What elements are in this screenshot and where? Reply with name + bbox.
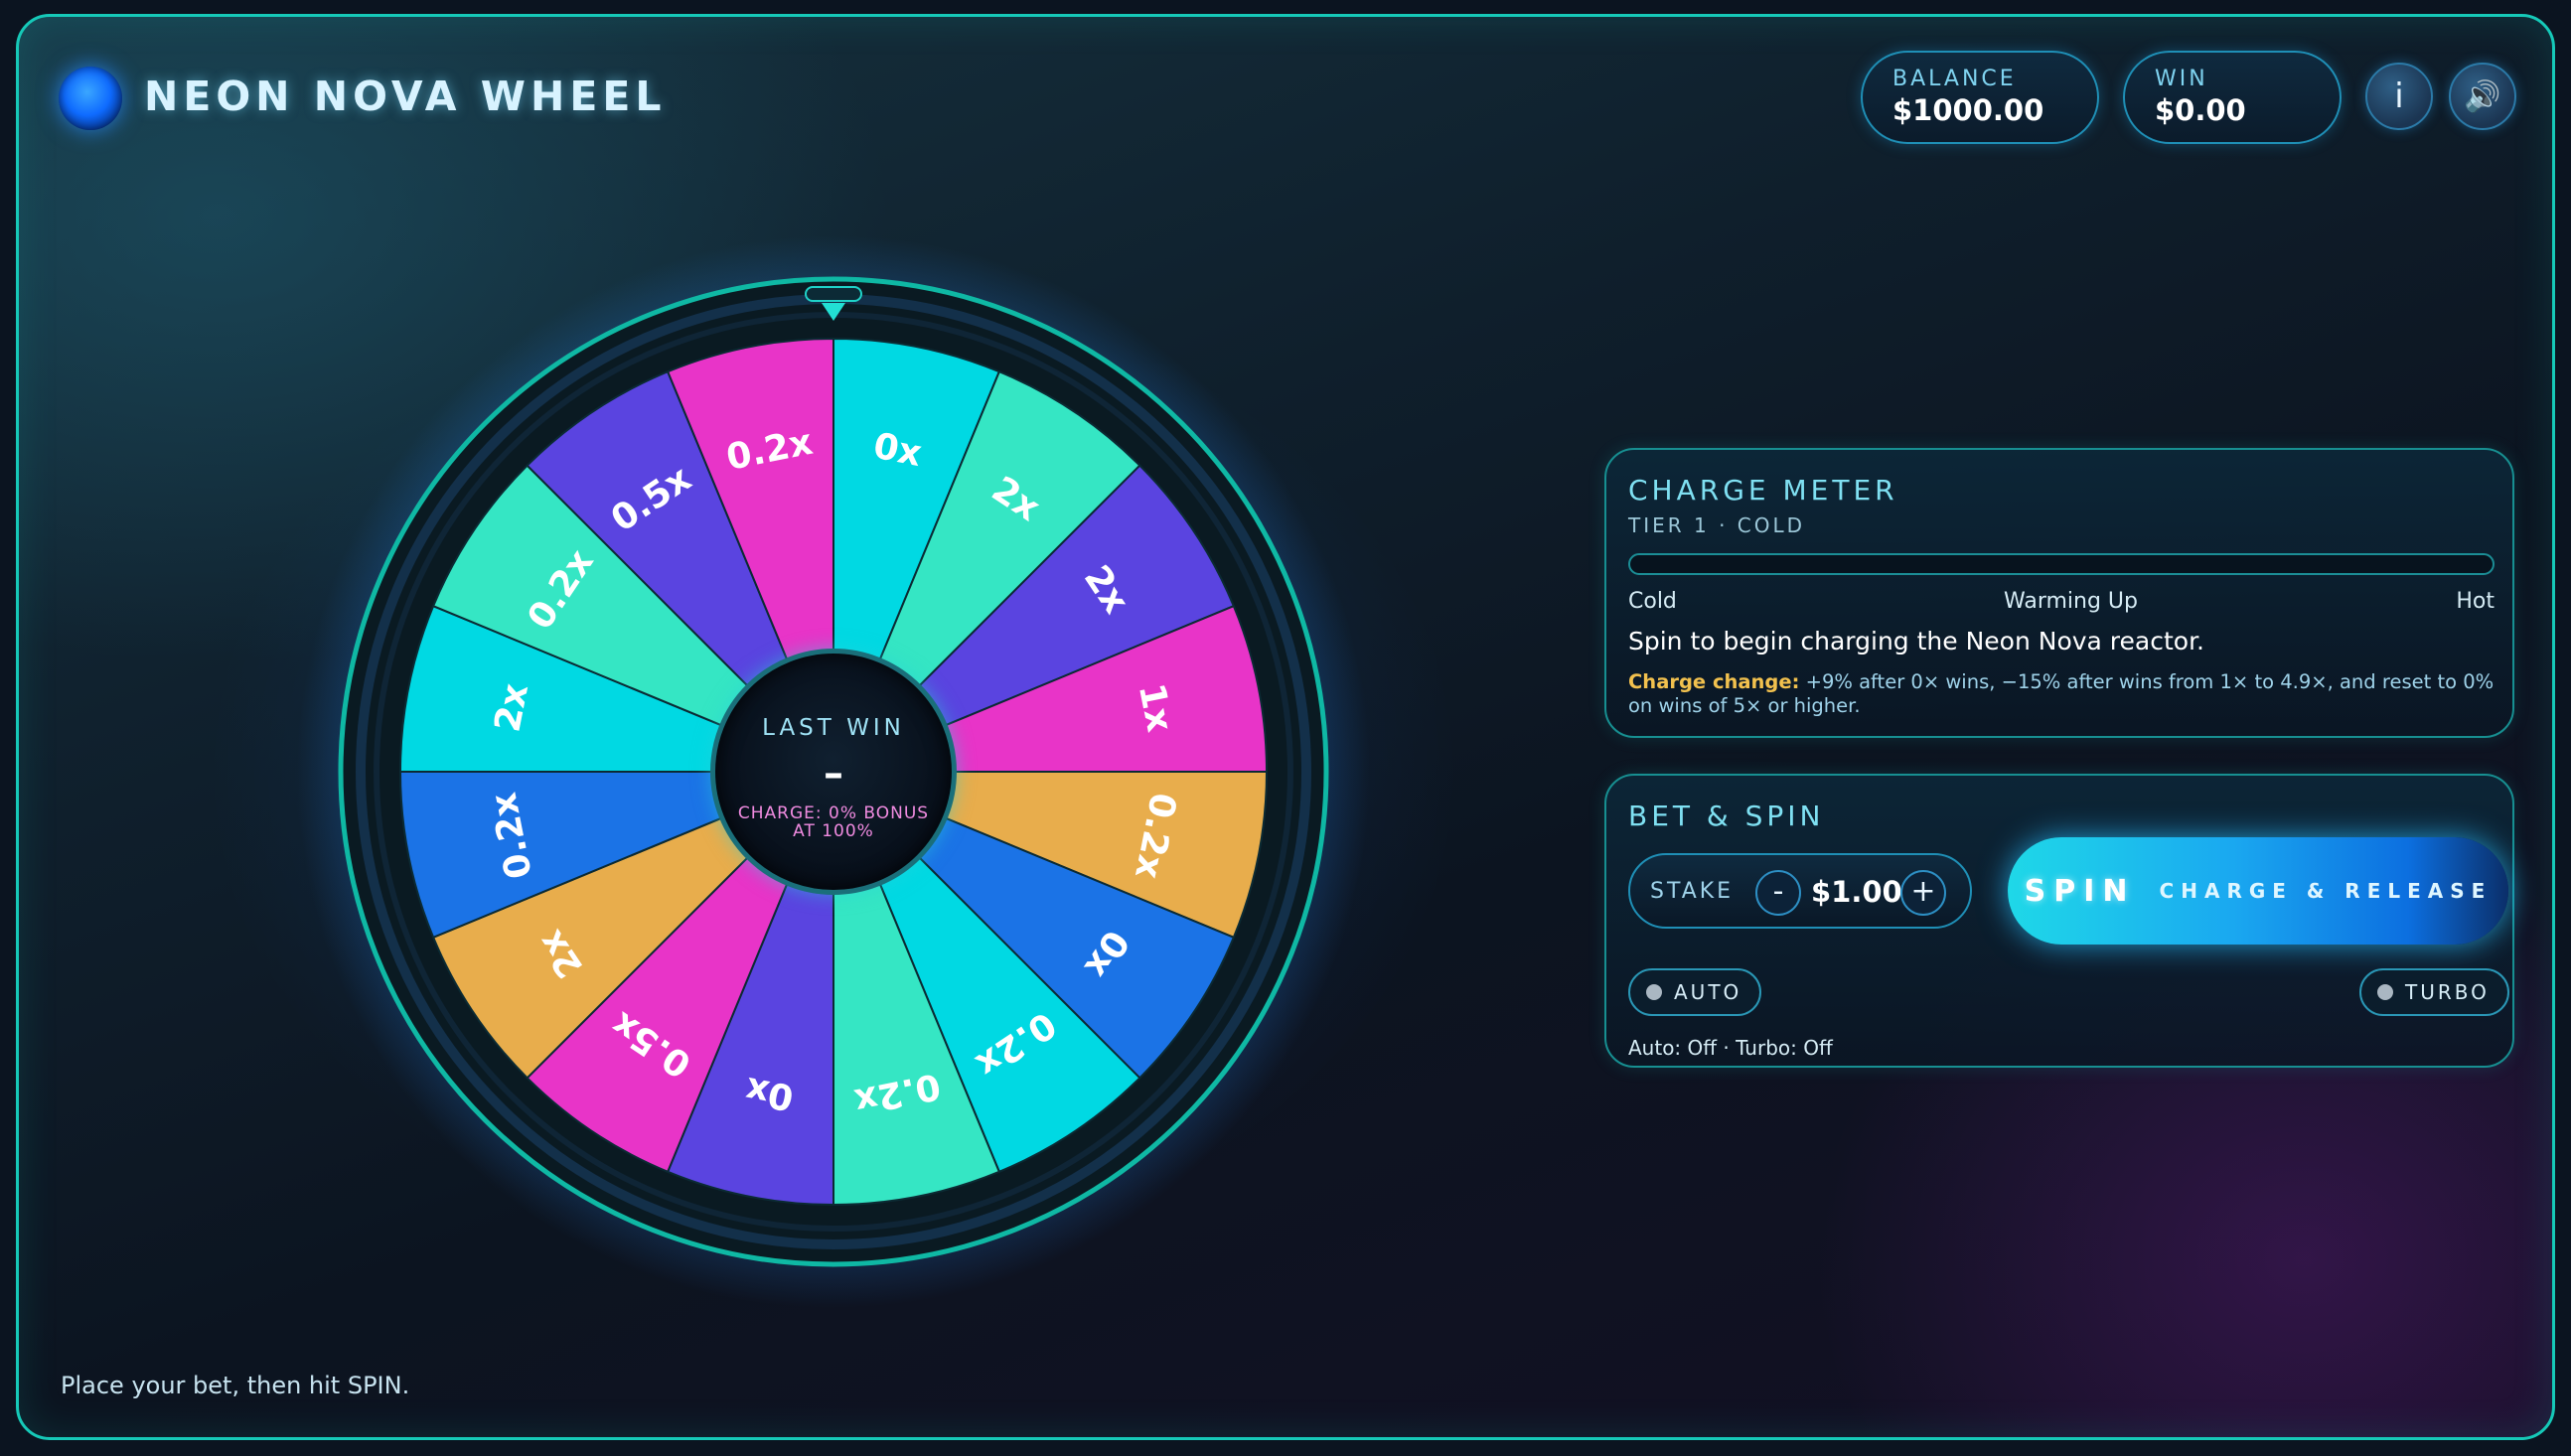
hub-charge-line-2: AT 100%	[793, 821, 874, 841]
app-title: NEON NOVA WHEEL	[144, 73, 667, 120]
balance-display: BALANCE $1000.00	[1861, 51, 2099, 144]
win-label: WIN	[2155, 67, 2208, 91]
stake-label: STAKE	[1650, 879, 1735, 904]
stake-increase-button[interactable]: +	[1900, 870, 1946, 916]
turbo-toggle-label: TURBO	[2405, 980, 2490, 1004]
balance-label: BALANCE	[1892, 67, 2017, 91]
last-win-label: LAST WIN	[762, 715, 905, 741]
hub-charge-text: CHARGE: 0% BONUS AT 100%	[715, 804, 952, 840]
charge-change-note: Charge change: +9% after 0× wins, −15% a…	[1628, 670, 2502, 718]
win-value: $0.00	[2155, 93, 2246, 127]
win-display: WIN $0.00	[2123, 51, 2342, 144]
stake-decrease-button[interactable]: -	[1755, 870, 1801, 916]
game-frame: NEON NOVA WHEEL BALANCE $1000.00 WIN $0.…	[16, 14, 2555, 1440]
pointer-mount	[805, 286, 862, 302]
info-icon: i	[2394, 76, 2404, 116]
charge-message: Spin to begin charging the Neon Nova rea…	[1628, 627, 2205, 655]
spin-button-label: SPIN	[2024, 873, 2136, 909]
spin-button-sublabel: CHARGE & RELEASE	[2159, 879, 2493, 903]
bet-spin-panel: BET & SPIN STAKE - $1.00 + SPIN CHARGE &…	[1604, 774, 2514, 1068]
charge-tier: TIER 1 · COLD	[1628, 513, 1806, 537]
spin-button[interactable]: SPIN CHARGE & RELEASE	[2008, 837, 2508, 945]
mode-status: Auto: Off · Turbo: Off	[1628, 1036, 1833, 1060]
stake-control: STAKE - $1.00 +	[1628, 853, 1972, 929]
hub-charge-line-1: CHARGE: 0% BONUS	[737, 803, 930, 823]
turbo-indicator-icon	[2377, 984, 2393, 1000]
auto-indicator-icon	[1646, 984, 1662, 1000]
sound-toggle-button[interactable]: 🔊	[2449, 63, 2516, 130]
scale-cold-label: Cold	[1628, 589, 1677, 614]
last-win-value: –	[824, 751, 843, 797]
charge-change-label: Charge change:	[1628, 670, 1800, 693]
stake-value: $1.00	[1811, 875, 1902, 909]
auto-toggle[interactable]: AUTO	[1628, 968, 1762, 1016]
logo-orb-icon	[59, 67, 122, 130]
auto-toggle-label: AUTO	[1674, 980, 1742, 1004]
info-button[interactable]: i	[2365, 63, 2433, 130]
speaker-icon: 🔊	[2464, 78, 2501, 114]
charge-meter-bar	[1628, 553, 2495, 575]
scale-hot-label: Hot	[2456, 589, 2495, 614]
wheel-hub: LAST WIN – CHARGE: 0% BONUS AT 100%	[710, 649, 957, 895]
charge-meter-panel: CHARGE METER TIER 1 · COLD Cold Warming …	[1604, 448, 2514, 738]
status-message: Place your bet, then hit SPIN.	[61, 1372, 410, 1399]
prize-wheel: 0x 2x 2x 1x 0.2x 0x 0.2x 0.2x 0x 0.5x 2x 0.2x 2x 0.2x…	[297, 235, 1370, 1308]
balance-value: $1000.00	[1892, 93, 2044, 127]
turbo-toggle[interactable]: TURBO	[2359, 968, 2509, 1016]
charge-meter-title: CHARGE METER	[1628, 474, 1898, 507]
scale-warming-label: Warming Up	[2004, 589, 2138, 614]
bet-spin-title: BET & SPIN	[1628, 800, 1825, 832]
